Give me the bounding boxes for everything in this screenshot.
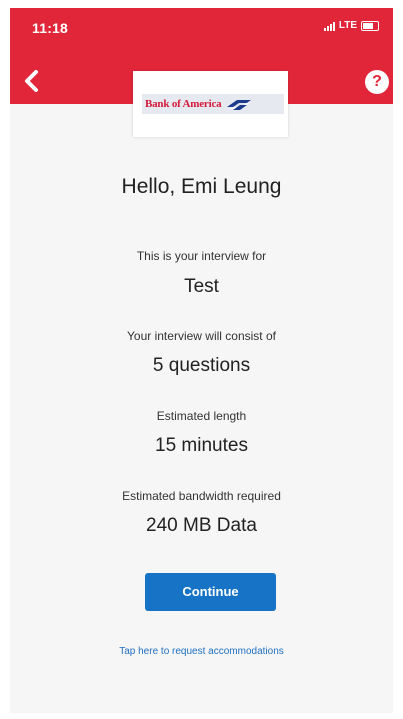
consist-label: Your interview will consist of — [127, 329, 276, 343]
estimated-length: 15 minutes — [155, 435, 248, 456]
flag-logo-icon — [227, 100, 252, 110]
carrier-label: LTE — [338, 20, 357, 31]
battery-icon — [361, 20, 379, 31]
logo-text: Bank of America — [145, 98, 222, 110]
status-time: 11:18 — [32, 20, 69, 36]
greeting-heading: Hello, Emi Leung — [121, 175, 282, 198]
interview-label: This is your interview for — [136, 249, 267, 263]
length-label: Estimated length — [156, 409, 247, 423]
bandwidth-label: Estimated bandwidth required — [122, 489, 281, 503]
company-logo: Bank of America — [133, 71, 288, 137]
signal-icon — [323, 21, 335, 31]
question-mark-icon: ? — [372, 73, 382, 90]
status-indicators: LTE — [323, 20, 379, 31]
help-button[interactable]: ? — [365, 70, 389, 94]
chevron-left-icon — [25, 70, 38, 92]
interview-name: Test — [184, 276, 219, 297]
logo-banner: Bank of America — [142, 94, 284, 114]
accommodations-link[interactable]: Tap here to request accommodations — [10, 646, 393, 657]
back-button[interactable] — [22, 68, 42, 94]
status-bar: 11:18 LTE — [10, 8, 393, 46]
continue-button[interactable]: Continue — [145, 573, 276, 611]
question-count: 5 questions — [152, 355, 251, 376]
app-screen: 11:18 LTE ? Bank of America Hello, Emi L… — [10, 8, 393, 713]
estimated-bandwidth: 240 MB Data — [146, 515, 257, 536]
